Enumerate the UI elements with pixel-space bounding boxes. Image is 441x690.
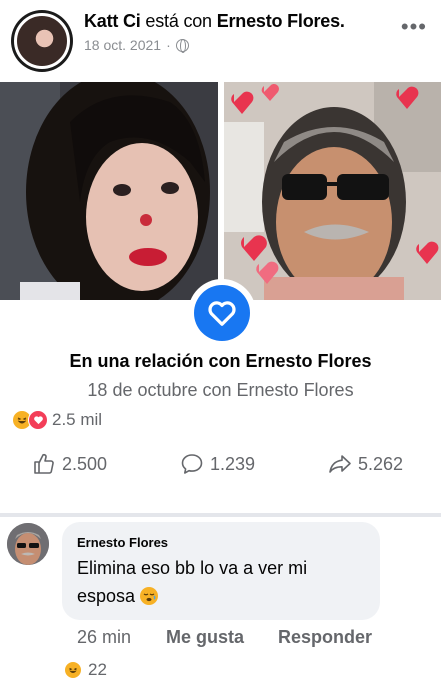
likes-count: 2.500 <box>62 453 108 474</box>
engagement-stats: 2.500 1.239 5.262 <box>0 452 441 480</box>
comment-icon <box>181 454 203 474</box>
date-separator: · <box>166 37 171 53</box>
globe-icon <box>175 38 189 53</box>
author-name[interactable]: Katt Ci <box>84 11 141 31</box>
love-icon <box>28 410 48 430</box>
tagged-name[interactable]: Ernesto Flores. <box>217 11 345 31</box>
post-meta: 18 oct. 2021 · <box>84 37 189 53</box>
author-avatar[interactable] <box>11 10 73 72</box>
sleepy-face-icon <box>140 587 159 605</box>
post-header: Katt Ci está con Ernesto Flores. 18 oct.… <box>0 0 441 78</box>
post-date[interactable]: 18 oct. 2021 <box>84 37 161 53</box>
comment-text-block: Elimina eso bb lo va a ver mi esposa <box>77 554 367 610</box>
reaction-count: 2.5 mil <box>52 410 103 429</box>
comment-like-button[interactable]: Me gusta <box>166 627 244 648</box>
heart-icon <box>194 285 250 341</box>
photo-right[interactable] <box>224 82 441 300</box>
thumbs-up-icon <box>34 453 54 474</box>
commenter-avatar[interactable] <box>7 523 49 565</box>
haha-icon <box>64 661 82 679</box>
comment-time: 26 min <box>77 627 132 647</box>
life-event-title[interactable]: En una relación con Ernesto Flores <box>0 351 441 372</box>
comment-text: Elimina eso bb lo va a ver mi esposa <box>77 558 308 606</box>
share-button[interactable]: 5.262 <box>328 452 403 476</box>
relationship-badge <box>188 279 256 347</box>
connector-text: está con <box>145 11 212 31</box>
comment-button[interactable]: 1.239 <box>180 452 255 476</box>
post-author-line: Katt Ci está con Ernesto Flores. <box>84 11 345 32</box>
comment-author[interactable]: Ernesto Flores <box>77 535 168 550</box>
more-options-icon[interactable]: ••• <box>401 14 427 40</box>
photo-left[interactable] <box>0 82 218 300</box>
comments-count: 1.239 <box>210 453 256 474</box>
comment-reaction-summary[interactable]: 22 <box>64 660 107 680</box>
like-button[interactable]: 2.500 <box>32 452 107 476</box>
reaction-summary[interactable]: 2.5 mil <box>12 410 102 430</box>
share-icon <box>329 455 351 473</box>
life-event-subtitle: 18 de octubre con Ernesto Flores <box>87 380 354 400</box>
shares-count: 5.262 <box>358 453 404 474</box>
section-divider <box>0 513 441 517</box>
comment-reply-button[interactable]: Responder <box>278 627 372 648</box>
comment-reaction-count: 22 <box>88 660 107 679</box>
